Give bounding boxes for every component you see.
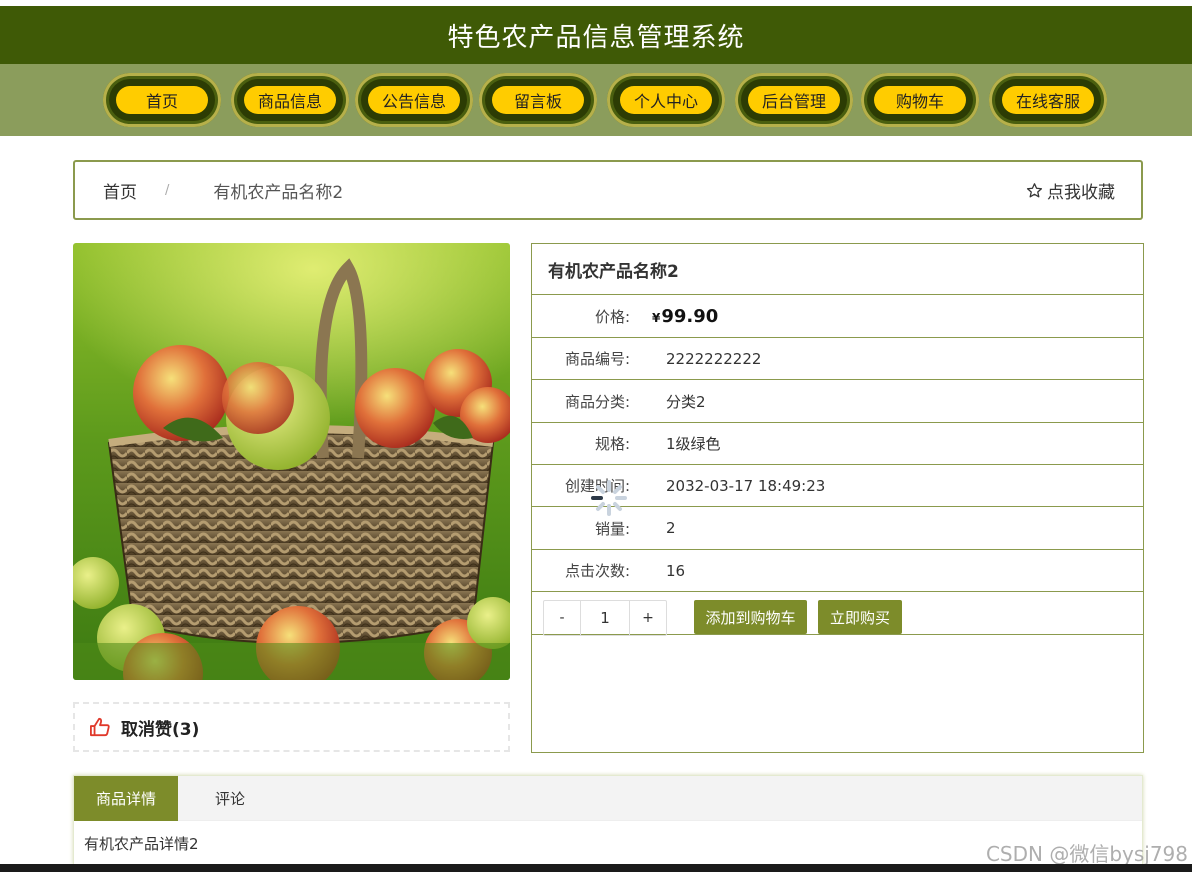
field-row: 点击次数: 16 <box>532 550 1143 592</box>
field-value: 2222222222 <box>666 349 762 368</box>
price-label: 价格: <box>594 307 630 326</box>
detail-tabs: 商品详情 评论 有机农产品详情2 <box>73 775 1143 865</box>
main-nav: 首页 商品信息 公告信息 留言板 个人中心 后台管理 购物车 在线客服 <box>0 64 1192 136</box>
tab-content: 有机农产品详情2 <box>84 835 199 853</box>
nav-label: 商品信息 <box>244 86 336 114</box>
nav-label: 首页 <box>116 86 208 114</box>
breadcrumb-home[interactable]: 首页 <box>103 178 137 203</box>
price-amount: 99.90 <box>661 305 719 327</box>
favorite-button[interactable]: 点我收藏 <box>1026 178 1115 203</box>
nav-products[interactable]: 商品信息 <box>231 73 349 127</box>
tab-product-detail[interactable]: 商品详情 <box>74 776 178 821</box>
field-label: 点击次数: <box>564 562 630 580</box>
nav-cart[interactable]: 购物车 <box>861 73 979 127</box>
breadcrumb: 首页 / 有机农产品名称2 点我收藏 <box>73 160 1143 220</box>
breadcrumb-current: 有机农产品名称2 <box>213 182 344 203</box>
quantity-stepper: - 1 + <box>543 600 667 636</box>
field-value: 1级绿色 <box>666 435 721 453</box>
field-label: 规格: <box>594 435 630 453</box>
product-image <box>73 243 510 680</box>
nav-profile[interactable]: 个人中心 <box>607 73 725 127</box>
favorite-label: 点我收藏 <box>1047 182 1115 203</box>
nav-label: 留言板 <box>492 86 584 114</box>
watermark: CSDN @微信bysj798 <box>985 842 1188 866</box>
decrease-button[interactable]: - <box>544 601 580 635</box>
field-value: 16 <box>666 561 686 580</box>
nav-label: 在线客服 <box>1002 86 1094 114</box>
nav-notices[interactable]: 公告信息 <box>355 73 473 127</box>
nav-admin[interactable]: 后台管理 <box>735 73 853 127</box>
currency-symbol: ¥ <box>652 310 661 325</box>
like-label: 取消赞(3) <box>121 719 200 740</box>
field-label: 商品分类: <box>564 392 630 411</box>
field-row: 商品编号: 2222222222 <box>532 338 1143 380</box>
like-button[interactable]: 取消赞(3) <box>73 702 510 752</box>
bottom-border <box>0 864 1192 872</box>
price-value: ¥99.90 <box>652 306 718 327</box>
apple-basket-photo <box>73 243 510 680</box>
field-value: 分类2 <box>666 392 706 411</box>
page: { "header": { "title": "特色农产品信息管理系统" }, … <box>0 0 1192 872</box>
loading-spinner-icon <box>591 480 627 516</box>
field-value: 2 <box>666 519 676 537</box>
buy-now-button[interactable]: 立即购买 <box>818 600 902 634</box>
nav-home[interactable]: 首页 <box>103 73 221 127</box>
field-row: 商品分类: 分类2 <box>532 380 1143 423</box>
tab-bar: 商品详情 评论 <box>74 776 1142 821</box>
site-header: 特色农产品信息管理系统 <box>0 6 1192 64</box>
thumbs-up-icon <box>90 717 110 737</box>
nav-label: 公告信息 <box>368 86 460 114</box>
field-label: 销量: <box>594 519 630 538</box>
breadcrumb-separator: / <box>165 182 170 198</box>
nav-label: 个人中心 <box>620 86 712 114</box>
add-to-cart-button[interactable]: 添加到购物车 <box>694 600 807 634</box>
quantity-input[interactable]: 1 <box>580 601 630 635</box>
product-name: 有机农产品名称2 <box>532 244 1143 295</box>
tab-comments[interactable]: 评论 <box>178 776 282 821</box>
nav-label: 购物车 <box>874 86 966 114</box>
field-value: 2032-03-17 18:49:23 <box>666 476 826 495</box>
field-label: 商品编号: <box>564 350 630 368</box>
site-title: 特色农产品信息管理系统 <box>447 22 745 53</box>
nav-messages[interactable]: 留言板 <box>479 73 597 127</box>
increase-button[interactable]: + <box>630 601 666 635</box>
nav-label: 后台管理 <box>748 86 840 114</box>
price-row: 价格: ¥99.90 <box>532 295 1143 338</box>
star-icon <box>1026 182 1043 197</box>
nav-support[interactable]: 在线客服 <box>989 73 1107 127</box>
purchase-row: - 1 + 添加到购物车 立即购买 <box>532 592 1143 636</box>
field-row: 规格: 1级绿色 <box>532 423 1143 465</box>
